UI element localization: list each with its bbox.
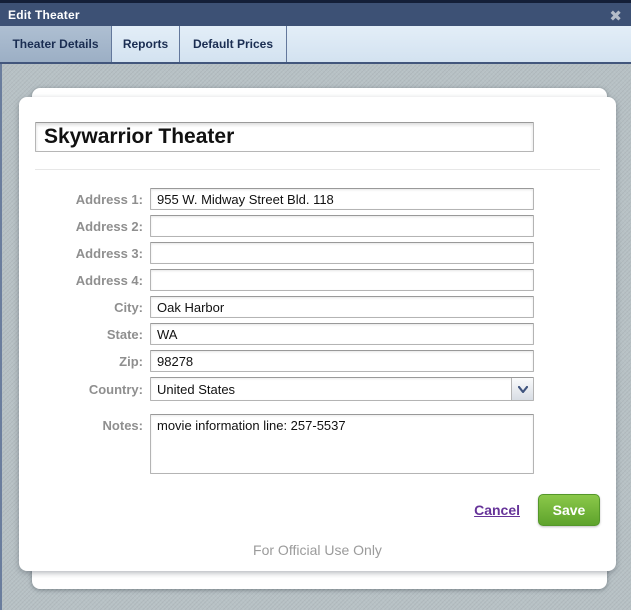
form-row-notes: Notes: movie information line: 257-5537 bbox=[35, 414, 600, 474]
tab-reports[interactable]: Reports bbox=[112, 26, 180, 62]
city-input[interactable] bbox=[150, 296, 534, 318]
form-row-country: Country: United States bbox=[35, 377, 600, 401]
save-button[interactable]: Save bbox=[538, 494, 600, 526]
address4-input[interactable] bbox=[150, 269, 534, 291]
chevron-down-icon bbox=[511, 378, 533, 400]
zip-label: Zip: bbox=[35, 354, 143, 369]
address3-input[interactable] bbox=[150, 242, 534, 264]
modal-overlay-background: Address 1: Address 2: Address 3: Address… bbox=[0, 64, 631, 610]
form-row-zip: Zip: bbox=[35, 350, 600, 372]
divider bbox=[35, 169, 600, 170]
window-title: Edit Theater bbox=[0, 8, 80, 22]
address1-input[interactable] bbox=[150, 188, 534, 210]
form-row-address2: Address 2: bbox=[35, 215, 600, 237]
tab-strip: Theater Details Reports Default Prices bbox=[0, 26, 631, 64]
address1-label: Address 1: bbox=[35, 192, 143, 207]
country-select-value: United States bbox=[151, 378, 511, 400]
state-label: State: bbox=[35, 327, 143, 342]
address2-label: Address 2: bbox=[35, 219, 143, 234]
notes-textarea[interactable]: movie information line: 257-5537 bbox=[150, 414, 534, 474]
theater-name-input[interactable] bbox=[35, 122, 534, 152]
zip-input[interactable] bbox=[150, 350, 534, 372]
form-row-address3: Address 3: bbox=[35, 242, 600, 264]
country-select[interactable]: United States bbox=[150, 377, 534, 401]
country-label: Country: bbox=[35, 382, 143, 397]
notes-label: Notes: bbox=[35, 414, 143, 433]
city-label: City: bbox=[35, 300, 143, 315]
form-row-city: City: bbox=[35, 296, 600, 318]
tab-theater-details[interactable]: Theater Details bbox=[0, 26, 112, 62]
theater-details-panel: Address 1: Address 2: Address 3: Address… bbox=[19, 97, 616, 571]
action-bar: Cancel Save bbox=[35, 494, 600, 526]
form-row-address1: Address 1: bbox=[35, 188, 600, 210]
cancel-link[interactable]: Cancel bbox=[474, 502, 520, 518]
address2-input[interactable] bbox=[150, 215, 534, 237]
form-row-state: State: bbox=[35, 323, 600, 345]
close-icon[interactable]: ✖ bbox=[609, 5, 622, 27]
window-titlebar: Edit Theater ✖ bbox=[0, 0, 631, 26]
tab-default-prices[interactable]: Default Prices bbox=[180, 26, 287, 62]
form-row-address4: Address 4: bbox=[35, 269, 600, 291]
footer-note: For Official Use Only bbox=[35, 542, 600, 558]
state-input[interactable] bbox=[150, 323, 534, 345]
address3-label: Address 3: bbox=[35, 246, 143, 261]
address4-label: Address 4: bbox=[35, 273, 143, 288]
